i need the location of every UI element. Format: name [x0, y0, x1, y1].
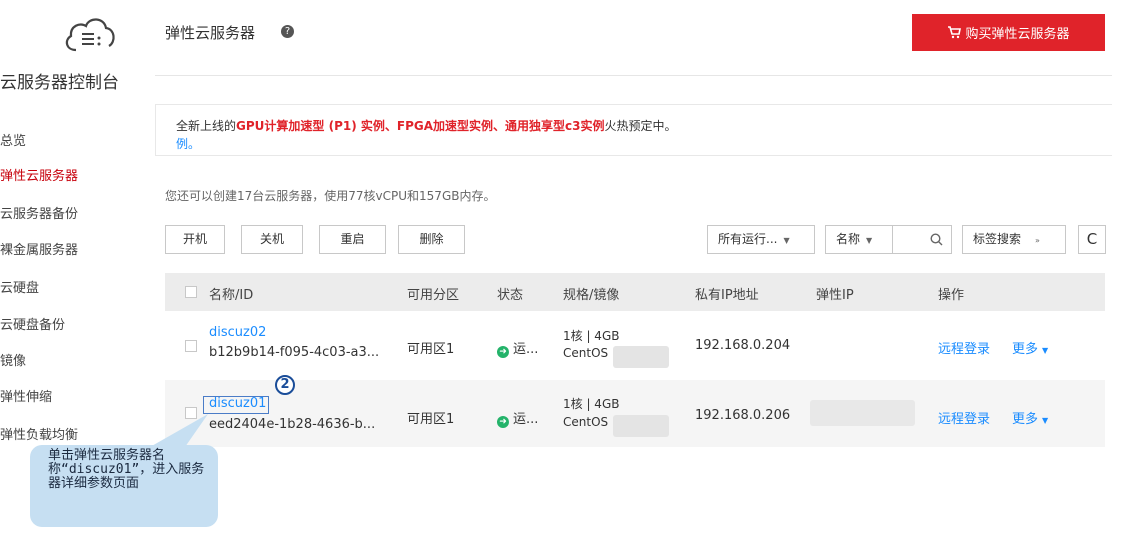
redacted-region [613, 415, 669, 437]
col-actions: 操作 [938, 288, 965, 303]
double-chevron-icon: » [1035, 236, 1040, 245]
sidebar-item-ecs[interactable]: 弹性云服务器 [0, 165, 78, 184]
notice-banner: 全新上线的GPU计算加速型 (P1) 实例、FPGA加速型实例、通用独享型c3实… [155, 104, 1112, 156]
page-title: 弹性云服务器 [165, 24, 256, 42]
caret-down-icon: ▼ [1042, 346, 1049, 355]
sidebar-item-bare-metal[interactable]: 裸金属服务器 [0, 239, 78, 258]
sidebar-item-elb[interactable]: 弹性负载均衡 [0, 424, 78, 443]
server-status-text: 运... [513, 412, 539, 427]
server-spec: 1核 | 4GB [563, 397, 620, 411]
remote-login-link[interactable]: 远程登录 [938, 408, 990, 427]
col-spec: 规格/镜像 [563, 288, 620, 303]
server-zone: 可用区1 [407, 412, 455, 427]
sidebar-item-server-backup[interactable]: 云服务器备份 [0, 203, 78, 222]
row-checkbox[interactable] [185, 340, 197, 352]
help-icon[interactable]: ? [281, 25, 294, 38]
sidebar-item-overview[interactable]: 总览 [0, 130, 26, 149]
select-all-checkbox[interactable] [185, 286, 197, 298]
cloud-icon [65, 18, 115, 52]
status-filter-dropdown[interactable]: 所有运行... ▼ [707, 225, 815, 254]
running-icon: ➜ [497, 346, 509, 358]
quota-text: 您还可以创建17台云服务器，使用77核vCPU和157GB内存。 [165, 189, 496, 203]
more-label: 更多 [1012, 412, 1039, 427]
delete-button[interactable]: 删除 [398, 225, 465, 254]
start-button[interactable]: 开机 [165, 225, 225, 254]
search-icon[interactable] [930, 233, 943, 246]
running-icon: ➜ [497, 416, 509, 428]
table-row: discuz02 b12b9b14-f095-4c03-a3... 可用区1 ➜… [165, 313, 1105, 380]
notice-prefix: 全新上线的 [176, 119, 237, 133]
header-divider [155, 75, 1112, 76]
server-id: b12b9b14-f095-4c03-a3... [209, 345, 380, 360]
sidebar-item-disk[interactable]: 云硬盘 [0, 277, 39, 296]
server-private-ip: 192.168.0.204 [695, 338, 791, 353]
col-zone: 可用分区 [407, 288, 460, 303]
name-filter-label: 名称 [836, 232, 861, 246]
callout-text: 单击弹性云服务器名称“discuz01”，进入服务器详细参数页面 [48, 448, 205, 491]
server-id: eed2404e-1b28-4636-b... [209, 417, 376, 432]
table-header: 名称/ID 可用分区 状态 规格/镜像 私有IP地址 弹性IP 操作 [165, 273, 1105, 311]
server-status: ➜ 运... [497, 408, 538, 428]
row-checkbox[interactable] [185, 407, 197, 419]
server-name-link[interactable]: discuz02 [209, 325, 266, 340]
tag-search-label: 标签搜索 [973, 232, 1022, 246]
notice-link[interactable]: 例。 [176, 135, 200, 152]
buy-ecs-label: 购买弹性云服务器 [965, 27, 1070, 42]
status-filter-label: 所有运行... [718, 232, 778, 246]
table-row: discuz01 eed2404e-1b28-4636-b... 可用区1 ➜ 运… [165, 380, 1105, 447]
server-zone: 可用区1 [407, 342, 455, 357]
sidebar-title: 云服务器控制台 [0, 73, 119, 93]
sidebar-item-image[interactable]: 镜像 [0, 350, 26, 369]
more-dropdown[interactable]: 更多 ▼ [1012, 408, 1048, 427]
cart-icon [948, 26, 962, 39]
server-status-text: 运... [513, 342, 539, 357]
search-input[interactable] [892, 225, 952, 254]
notice-suffix: 火热预定中。 [604, 119, 677, 133]
refresh-icon[interactable]: C [1078, 225, 1106, 254]
redacted-eip [810, 400, 915, 426]
caret-down-icon: ▼ [783, 236, 790, 245]
col-eip: 弹性IP [816, 288, 854, 303]
server-status: ➜ 运... [497, 338, 538, 358]
restart-button[interactable]: 重启 [319, 225, 386, 254]
server-private-ip: 192.168.0.206 [695, 408, 791, 423]
sidebar-item-disk-backup[interactable]: 云硬盘备份 [0, 314, 65, 333]
sidebar-item-autoscaling[interactable]: 弹性伸缩 [0, 386, 52, 405]
remote-login-link[interactable]: 远程登录 [938, 338, 990, 357]
more-label: 更多 [1012, 342, 1039, 357]
notice-text: 全新上线的GPU计算加速型 (P1) 实例、FPGA加速型实例、通用独享型c3实… [176, 117, 676, 134]
notice-highlight[interactable]: GPU计算加速型 (P1) 实例、FPGA加速型实例、通用独享型c3实例 [236, 119, 604, 133]
redacted-region [613, 346, 669, 368]
highlight-box [203, 396, 269, 414]
caret-down-icon: ▼ [866, 236, 873, 245]
caret-down-icon: ▼ [1042, 416, 1049, 425]
server-image: CentOS [563, 415, 609, 429]
server-image: CentOS [563, 346, 609, 360]
col-name: 名称/ID [209, 288, 254, 303]
name-filter-dropdown[interactable]: 名称 ▼ [825, 225, 893, 254]
more-dropdown[interactable]: 更多 ▼ [1012, 338, 1048, 357]
buy-ecs-button[interactable]: 购买弹性云服务器 [912, 14, 1105, 51]
step-badge: 2 [275, 375, 295, 395]
tag-search-dropdown[interactable]: 标签搜索 » [962, 225, 1066, 254]
stop-button[interactable]: 关机 [241, 225, 303, 254]
server-spec: 1核 | 4GB [563, 329, 620, 343]
col-status: 状态 [497, 288, 524, 303]
col-private-ip: 私有IP地址 [695, 288, 759, 303]
